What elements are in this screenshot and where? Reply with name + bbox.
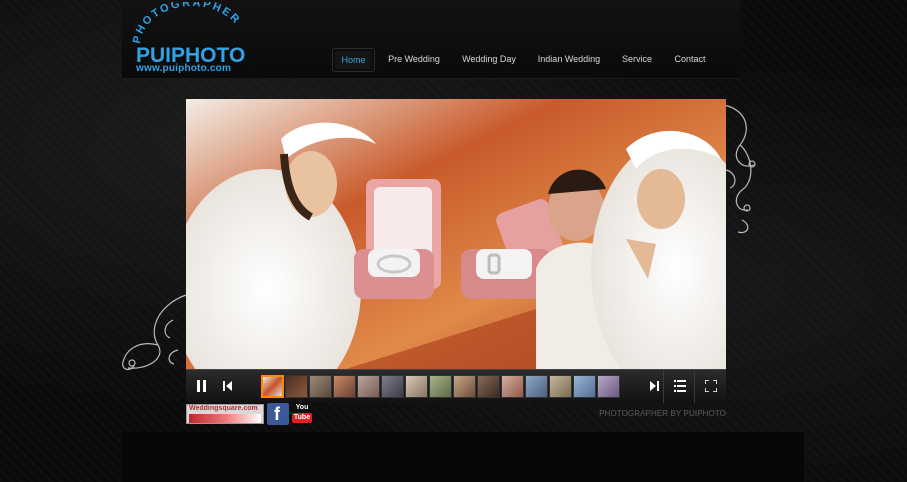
thumbnail-strip <box>261 375 620 398</box>
thumbnail[interactable] <box>285 375 308 398</box>
svg-text:PHOTOGRAPHER: PHOTOGRAPHER <box>131 2 243 45</box>
thumbnail[interactable] <box>477 375 500 398</box>
nav-indian-wedding[interactable]: Indian Wedding <box>534 48 604 70</box>
right-swirl-ornament <box>723 104 756 234</box>
bottom-band <box>122 432 804 482</box>
list-button[interactable] <box>663 370 696 403</box>
facebook-link[interactable]: f <box>267 403 289 425</box>
slideshow-controls <box>186 369 726 403</box>
thumbnail[interactable] <box>501 375 524 398</box>
thumbnail[interactable] <box>381 375 404 398</box>
youtube-icon-you: You <box>295 404 309 411</box>
thumbnail[interactable] <box>261 375 284 398</box>
facebook-icon: f <box>274 404 280 424</box>
youtube-link[interactable]: You Tube <box>292 403 312 425</box>
thumbnail[interactable] <box>453 375 476 398</box>
fullscreen-button[interactable] <box>694 370 727 403</box>
thumbnail[interactable] <box>573 375 596 398</box>
left-swirl-ornament <box>122 294 187 371</box>
nav-contact[interactable]: Contact <box>670 48 710 70</box>
thumbnail[interactable] <box>429 375 452 398</box>
previous-button[interactable] <box>212 370 244 403</box>
thumbnail[interactable] <box>597 375 620 398</box>
list-icon <box>674 380 686 392</box>
thumbnail[interactable] <box>309 375 332 398</box>
thumbnail[interactable] <box>333 375 356 398</box>
weddingsquare-badge[interactable]: Weddingsquare.com <box>186 404 264 424</box>
slideshow-photo[interactable] <box>186 99 726 369</box>
wedding-photo-image <box>186 99 726 369</box>
photographer-credit: PHOTOGRAPHER BY PUIPHOTO <box>599 409 726 418</box>
badge-text: Weddingsquare.com <box>189 405 258 412</box>
youtube-icon-tube: Tube <box>292 413 312 423</box>
nav-wedding-day[interactable]: Wedding Day <box>458 48 520 70</box>
thumbnail[interactable] <box>549 375 572 398</box>
nav-pre-wedding[interactable]: Pre Wedding <box>384 48 444 70</box>
previous-icon <box>223 381 232 391</box>
next-icon <box>650 381 659 391</box>
badge-banner <box>189 414 261 423</box>
thumbnail[interactable] <box>525 375 548 398</box>
thumbnail[interactable] <box>405 375 428 398</box>
thumbnail[interactable] <box>357 375 380 398</box>
nav-home[interactable]: Home <box>332 48 375 72</box>
pause-icon <box>197 380 206 392</box>
logo-url[interactable]: www.puiphoto.com <box>136 63 248 74</box>
nav-service[interactable]: Service <box>616 48 658 70</box>
logo-arc-text: PHOTOGRAPHER <box>131 2 241 45</box>
fullscreen-icon <box>705 380 717 392</box>
